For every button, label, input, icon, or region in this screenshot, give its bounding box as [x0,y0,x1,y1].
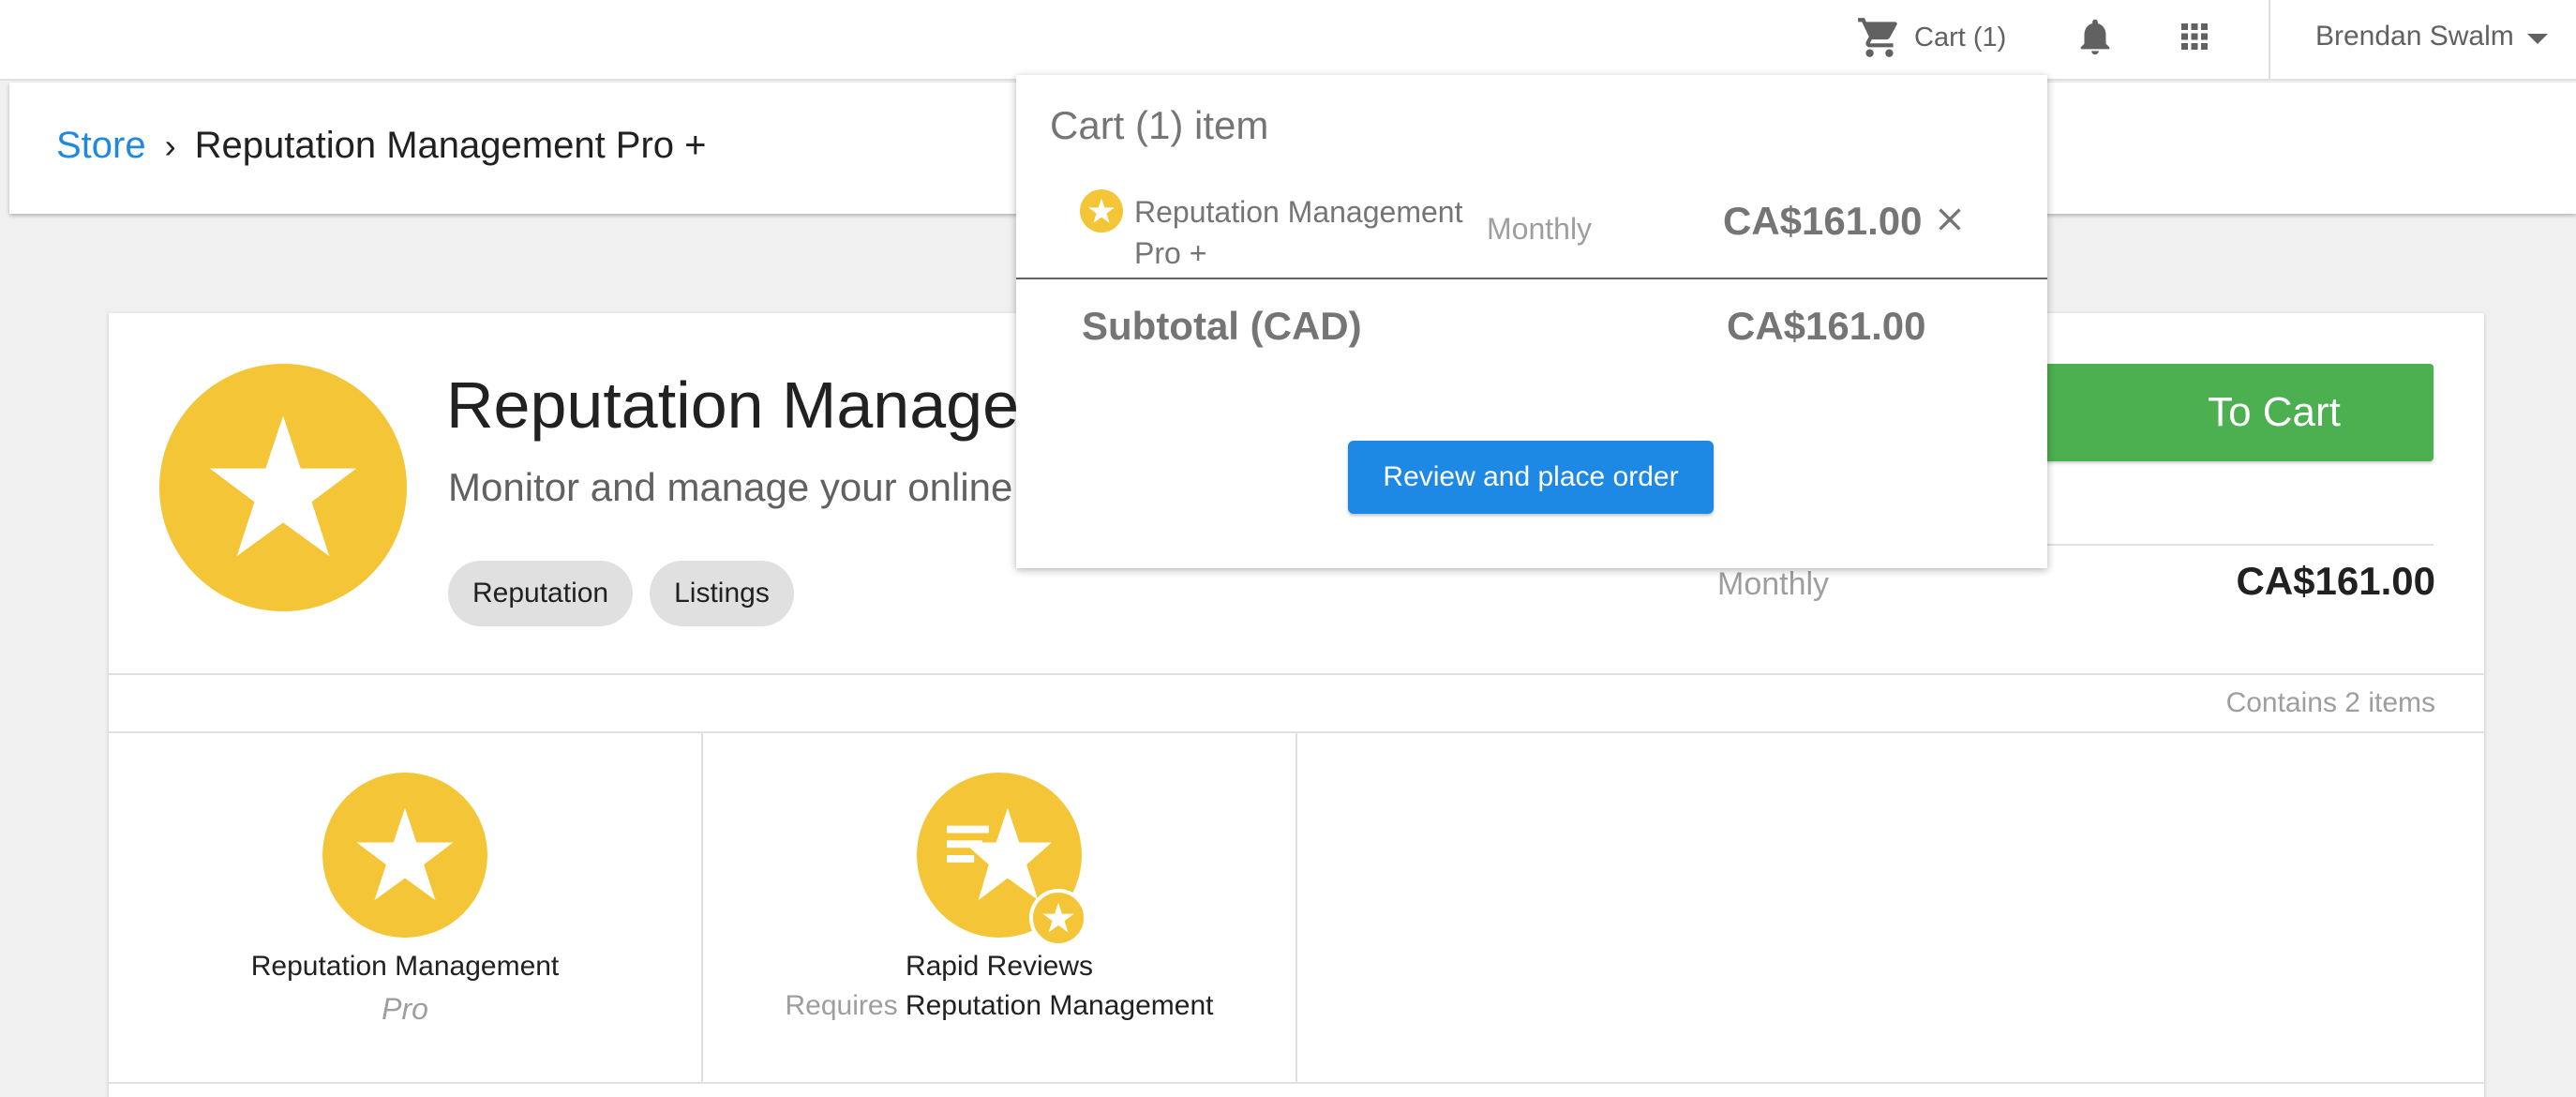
product-star-icon [159,364,407,611]
cart-dropdown: Cart (1) item Reputation Management Pro … [1016,75,2047,568]
star-icon [322,773,487,938]
divider [109,1082,2484,1084]
cart-dropdown-title: Cart (1) item [1050,103,1269,147]
tag-reputation[interactable]: Reputation [448,561,634,626]
rapid-reviews-icon [917,773,1087,947]
contains-items-text: Contains 2 items [2225,687,2435,718]
included-item-rapid-reviews[interactable]: Rapid Reviews Requires Reputation Manage… [703,733,1297,1082]
review-and-place-order-button[interactable]: Review and place order [1348,441,1714,514]
cart-button[interactable]: Cart (1) [1856,13,2006,62]
breadcrumb-separator: › [164,126,176,165]
breadcrumb-current: Reputation Management Pro + [194,125,707,166]
tag-listings[interactable]: Listings [650,561,794,626]
topbar-divider [2269,0,2270,81]
top-bar: Cart (1) Brendan Swalm [0,0,2576,81]
cart-item-price: CA$161.00 [1723,199,1923,243]
cart-icon [1858,18,1897,57]
chevron-down-icon [2526,33,2548,44]
cart-item-name: Reputation Management Pro + [1134,195,1463,270]
breadcrumb-store-link[interactable]: Store [56,125,146,167]
product-price: CA$161.00 [2236,559,2435,603]
close-icon[interactable] [1931,201,1969,238]
subtotal-label: Subtotal (CAD) [1082,304,1362,348]
cart-label: Cart (1) [1914,22,2007,53]
apps-grid-icon[interactable] [2175,17,2214,56]
add-to-cart-button[interactable]: To Cart [1984,364,2434,461]
subtotal-value: CA$161.00 [1727,304,1926,348]
cart-divider [1016,278,2047,279]
billing-cycle: Monthly [1717,566,1830,602]
included-item-reputation-management[interactable]: Reputation Management Pro [109,733,703,1082]
included-item-name: Rapid Reviews [905,951,1094,982]
breadcrumb: Store › Reputation Management Pro + [56,125,707,167]
required-product-name: Reputation Management [905,990,1214,1021]
included-item-edition: Pro [382,992,428,1026]
user-menu[interactable]: Brendan Swalm [2315,21,2548,53]
included-item-requirement: Requires Reputation Management [703,990,1295,1022]
included-item-name: Reputation Management [250,951,560,982]
divider [109,673,2484,675]
bell-icon[interactable] [2074,15,2117,58]
star-icon [1080,189,1123,233]
product-tags: Reputation Listings [448,561,794,626]
user-name: Brendan Swalm [2315,21,2514,52]
addon-star-badge-icon [1029,889,1087,947]
requires-label: Requires [785,990,898,1021]
cart-item-billing-cycle: Monthly [1487,212,1593,246]
